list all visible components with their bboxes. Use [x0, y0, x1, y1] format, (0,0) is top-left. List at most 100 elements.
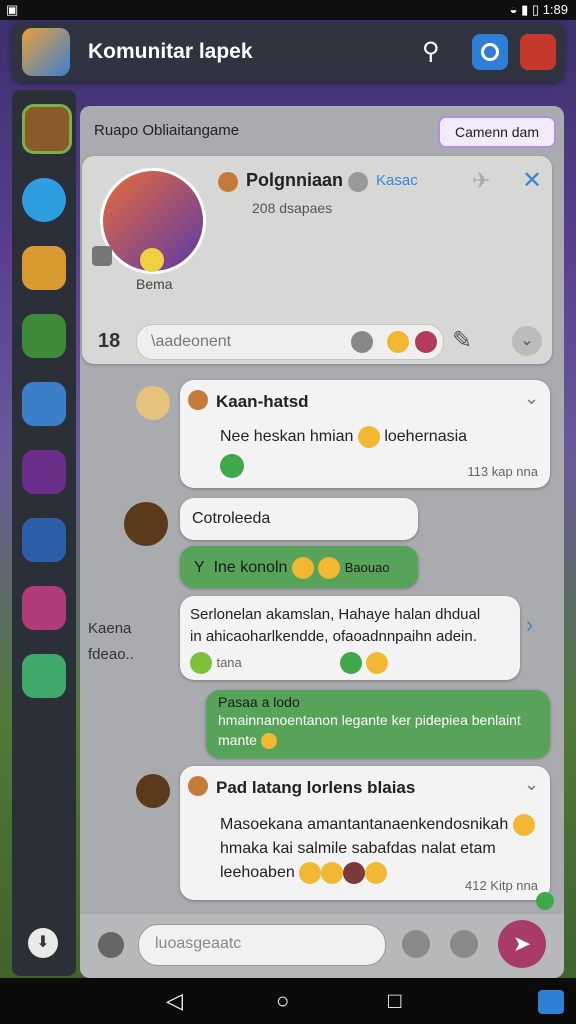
members-count: 208 dsapaes — [252, 200, 333, 216]
message-reactions: tana — [190, 652, 242, 674]
message-bubble-2[interactable]: Cotroleeda — [180, 498, 418, 540]
camera-icon[interactable] — [98, 932, 124, 958]
message-bubble-4[interactable]: Pasaa a lodo hmainnanoentanon legante ke… — [206, 690, 550, 758]
avatar[interactable] — [136, 774, 170, 808]
avatar[interactable] — [136, 386, 170, 420]
avatar[interactable] — [124, 502, 168, 546]
panel-subtitle: Ruapo Obliaitangame — [94, 122, 240, 139]
signal-icon: ▮ — [521, 2, 529, 17]
group-badge-link[interactable]: Kasac — [376, 172, 418, 189]
camera-icon[interactable] — [472, 34, 508, 70]
user-avatar-icon — [188, 390, 208, 410]
emoji-icon — [321, 862, 344, 884]
send-button[interactable]: ➤ — [498, 920, 546, 968]
close-icon[interactable]: ✕ — [522, 166, 542, 195]
back-icon[interactable]: ◁ — [166, 988, 183, 1014]
message-input-placeholder: luoasgeaatc — [155, 935, 242, 952]
emoji-icon — [365, 862, 388, 884]
sticker-icon[interactable] — [402, 930, 430, 958]
group-name: Polgnniaan — [246, 170, 344, 190]
rail-item-community-7[interactable] — [22, 518, 66, 562]
emoji-icon — [357, 426, 380, 448]
system-nav-bar: ◁ ○ □ — [0, 978, 576, 1024]
app-header: Komunitar lapek ⚲ — [12, 22, 564, 82]
member-avatar-icon — [348, 172, 368, 192]
apple-icon — [340, 652, 362, 674]
chevron-down-icon[interactable]: ⌄ — [524, 388, 539, 409]
chevron-down-icon[interactable]: ⌄ — [524, 774, 539, 795]
home-icon[interactable]: ○ — [276, 988, 289, 1014]
game-avatar-icon[interactable] — [520, 34, 556, 70]
message-bubble-5[interactable]: Pad latang lorlens blaias ⌄ Masoekana am… — [180, 766, 550, 900]
message-text: Serlonelan akamslan, Hahaye halan dhdual — [190, 606, 481, 623]
rail-item-community-8[interactable] — [22, 586, 66, 630]
message-input[interactable]: luoasgeaatc — [138, 924, 386, 966]
rail-item-community-6[interactable] — [22, 450, 66, 494]
notification-icon: ▣ — [6, 2, 19, 17]
message-text: Masoekana amantantanaenkendosnikah — [220, 814, 535, 836]
emoji-icon[interactable] — [387, 331, 409, 353]
avatar-emoji-icon[interactable] — [415, 331, 437, 353]
pin-icon[interactable]: ✈ — [472, 168, 490, 194]
status-bar: ▣ ◒ ▮ ▯ 1:89 — [0, 0, 576, 20]
wifi-icon: ◒ — [509, 2, 518, 17]
smile-emoji-icon — [140, 248, 164, 272]
message-text: leehoaben — [220, 862, 388, 884]
group-card: Bema Polgnniaan Kasac ✈ ✕ 208 dsapaes 18… — [82, 156, 552, 364]
group-comment-input[interactable]: \aadeonent — [136, 324, 444, 360]
rail-item-community-5[interactable] — [22, 382, 66, 426]
clock-text: 1:89 — [542, 2, 568, 17]
page-title: Komunitar lapek — [88, 40, 253, 63]
emoji-icon — [260, 733, 277, 750]
composer-bar: luoasgeaatc ➤ — [80, 914, 564, 978]
create-button[interactable]: Camenn dam — [438, 116, 556, 148]
chat-panel: Ruapo Obliaitangame Camenn dam Bema Polg… — [80, 106, 564, 978]
emoji-icon — [291, 557, 314, 579]
message-bubble-1[interactable]: Kaan-hatsd ⌄ Nee heskan hmian loehernasi… — [180, 380, 550, 488]
message-time: 113 kap nna — [467, 464, 538, 479]
message-bubble-3[interactable]: Serlonelan akamslan, Hahaye halan dhdual… — [180, 596, 520, 680]
emoji-icon — [299, 862, 322, 884]
search-icon[interactable]: ⚲ — [422, 38, 450, 66]
message-author: Pad latang lorlens blaias — [216, 778, 416, 797]
reaction-icon[interactable] — [536, 892, 554, 910]
rail-item-community-3[interactable] — [22, 246, 66, 290]
panel-header: Ruapo Obliaitangame Camenn dam — [80, 106, 564, 156]
chevron-right-icon[interactable]: › — [526, 612, 533, 638]
download-icon[interactable]: ⬇ — [28, 928, 58, 958]
community-avatar[interactable] — [22, 28, 70, 76]
community-rail: ⬇ — [12, 90, 76, 976]
pen-icon[interactable]: ✎ — [452, 326, 472, 355]
screenshot-icon[interactable] — [538, 990, 564, 1014]
reaction-icon[interactable] — [220, 454, 244, 478]
gif-icon[interactable] — [450, 930, 478, 958]
message-bubble-2-green[interactable]: Y Ine konoln Baouao — [180, 546, 418, 588]
recents-icon[interactable]: □ — [388, 988, 401, 1014]
avatar-caption: Bema — [136, 276, 173, 292]
sticker-icon[interactable] — [351, 331, 373, 353]
emoji-icon — [343, 862, 366, 884]
star-icon — [366, 652, 388, 674]
rail-item-community-9[interactable] — [22, 654, 66, 698]
message-text: Pasaa a lodo — [218, 694, 300, 710]
emoji-icon — [512, 814, 535, 836]
count-label: 18 — [98, 330, 121, 352]
message-text: hmainnanoentanon legante ker pidepiea be… — [218, 712, 521, 728]
emoji-icon — [190, 652, 212, 674]
message-text: hmaka kai salmile sabafdas nalat etam — [220, 840, 496, 857]
message-time: 412 Kitp nna — [464, 878, 538, 893]
message-text: in ahicaoharlkendde, ofaoadnnpaihn adein… — [190, 628, 477, 645]
chevron-down-icon[interactable]: ⌄ — [512, 326, 542, 356]
image-icon[interactable] — [92, 246, 112, 266]
rail-item-community-4[interactable] — [22, 314, 66, 358]
emoji-icon — [318, 557, 341, 579]
side-label: Kaena fdeao.. — [88, 620, 134, 663]
user-avatar-icon — [188, 776, 208, 796]
status-clock: ◒ ▮ ▯ 1:89 — [510, 2, 568, 18]
rail-item-community-1[interactable] — [22, 104, 72, 154]
group-comment-placeholder: \aadeonent — [151, 333, 232, 350]
message-text: Nee heskan hmian loehernasia — [220, 426, 467, 448]
rail-item-community-2[interactable] — [22, 178, 66, 222]
battery-icon: ▯ — [531, 2, 540, 17]
message-text: mante — [218, 732, 277, 750]
